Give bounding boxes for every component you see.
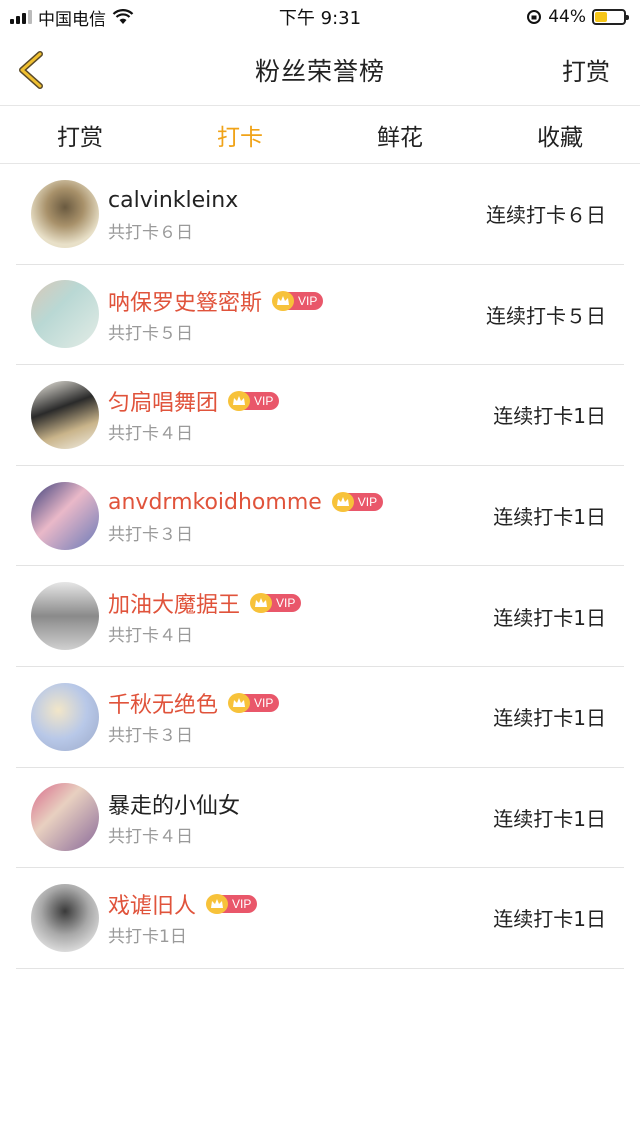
fan-list: calvinkleinx 共打卡６日 连续打卡６日 呐保罗史簦密斯 VIP 共打卡５日 连续… (16, 164, 624, 969)
fan-name: 加油大魔据王 (108, 592, 241, 618)
tab-bar: 打赏 打卡 鲜花 收藏 (0, 106, 640, 164)
total-checkins: 共打卡４日 (108, 625, 193, 646)
streak-checkins: 连续打卡６日 (486, 203, 606, 228)
fan-row[interactable]: anvdrmkoidhomme VIP 共打卡３日 连续打卡1日 (16, 466, 624, 567)
tab-flowers[interactable]: 鲜花 (320, 106, 480, 163)
avatar[interactable] (31, 883, 99, 952)
battery-icon (592, 9, 629, 25)
streak-checkins: 连续打卡1日 (493, 706, 606, 731)
avatar[interactable] (31, 179, 99, 248)
streak-checkins: 连续打卡1日 (493, 907, 606, 932)
fan-name: 戏谑旧人 (108, 894, 197, 920)
avatar[interactable] (31, 682, 99, 751)
fan-info: 呐保罗史簦密斯 VIP 共打卡５日 (108, 285, 324, 344)
tab-favorites[interactable]: 收藏 (480, 106, 640, 163)
total-checkins: 共打卡４日 (108, 826, 193, 847)
vip-badge: VIP (272, 290, 324, 311)
name-line: 千秋无绝色 VIP (108, 687, 280, 719)
fan-row[interactable]: 匀扃唱舞团 VIP 共打卡４日 连续打卡1日 (16, 365, 624, 466)
vip-badge: VIP (228, 391, 280, 412)
streak-checkins: 连续打卡５日 (486, 303, 606, 328)
avatar[interactable] (31, 582, 99, 651)
avatar[interactable] (31, 783, 99, 852)
total-checkins: 共打卡３日 (108, 726, 193, 747)
rotation-lock-icon (527, 10, 542, 24)
status-left: 中国电信 (10, 5, 134, 30)
vip-badge: VIP (206, 894, 258, 915)
fan-name: 匀扃唱舞团 (108, 391, 219, 417)
total-checkins: 共打卡６日 (108, 223, 193, 244)
fan-info: anvdrmkoidhomme VIP 共打卡３日 (108, 486, 384, 546)
streak-checkins: 连续打卡1日 (493, 404, 606, 429)
page-title: 粉丝荣誉榜 (254, 56, 385, 86)
fan-name: calvinkleinx (108, 187, 239, 213)
streak-checkins: 连续打卡1日 (493, 806, 606, 831)
crown-icon (272, 290, 295, 311)
total-checkins: 共打卡1日 (108, 927, 187, 948)
wifi-icon (112, 9, 134, 24)
status-bar: 中国电信 下午 9:31 44% (0, 0, 640, 34)
chevron-left-icon (19, 51, 43, 89)
fan-info: 千秋无绝色 VIP 共打卡３日 (108, 687, 280, 747)
fan-row[interactable]: 千秋无绝色 VIP 共打卡３日 连续打卡1日 (16, 667, 624, 768)
streak-checkins: 连续打卡1日 (493, 505, 606, 530)
name-line: calvinkleinx (108, 184, 238, 216)
name-line: 匀扃唱舞团 VIP (108, 385, 280, 417)
vip-badge: VIP (331, 492, 384, 513)
fan-info: 暴走的小仙女共打卡４日 (108, 788, 240, 847)
tab-checkin[interactable]: 打卡 (160, 106, 320, 163)
name-line: 呐保罗史簦密斯 VIP (108, 285, 324, 317)
fan-row[interactable]: 加油大魔据王 VIP 共打卡４日 连续打卡1日 (16, 566, 624, 667)
fan-row[interactable]: 暴走的小仙女共打卡４日 连续打卡1日 (16, 768, 624, 869)
battery-level (595, 12, 608, 22)
battery-percent: 44% (548, 7, 586, 27)
total-checkins: 共打卡３日 (108, 525, 193, 546)
fan-name: 呐保罗史簦密斯 (108, 290, 263, 316)
avatar[interactable] (31, 481, 99, 550)
fan-info: calvinkleinx 共打卡６日 (108, 184, 238, 244)
crown-icon (250, 592, 273, 613)
avatar[interactable] (31, 380, 99, 449)
signal-icon (10, 10, 32, 24)
tab-reward[interactable]: 打赏 (0, 106, 160, 163)
fan-name: 暴走的小仙女 (108, 793, 241, 819)
name-line: anvdrmkoidhomme VIP (108, 486, 384, 518)
total-checkins: 共打卡４日 (108, 424, 193, 445)
streak-checkins: 连续打卡1日 (493, 605, 606, 630)
total-checkins: 共打卡５日 (108, 323, 193, 344)
name-line: 加油大魔据王 VIP (108, 587, 302, 619)
fan-row[interactable]: 戏谑旧人 VIP 共打卡1日 连续打卡1日 (16, 868, 624, 969)
vip-badge: VIP (250, 592, 302, 613)
fan-row[interactable]: calvinkleinx 共打卡６日 连续打卡６日 (16, 164, 624, 265)
fan-info: 加油大魔据王 VIP 共打卡４日 (108, 587, 302, 646)
carrier-label: 中国电信 (38, 9, 106, 30)
back-button[interactable] (12, 48, 52, 92)
avatar[interactable] (31, 280, 99, 349)
fan-info: 匀扃唱舞团 VIP 共打卡４日 (108, 385, 280, 445)
status-right: 44% (526, 7, 629, 27)
fan-info: 戏谑旧人 VIP 共打卡1日 (108, 888, 258, 948)
reward-button[interactable]: 打赏 (562, 52, 610, 87)
nav-bar: 粉丝荣誉榜 打赏 (0, 34, 640, 106)
fan-row[interactable]: 呐保罗史簦密斯 VIP 共打卡５日 连续打卡５日 (16, 265, 624, 366)
fan-name: 千秋无绝色 (108, 693, 219, 719)
vip-badge: VIP (228, 693, 280, 714)
crown-icon (331, 492, 354, 513)
fan-name: anvdrmkoidhomme (108, 489, 322, 515)
name-line: 戏谑旧人 VIP (108, 888, 258, 920)
name-line: 暴走的小仙女 (108, 788, 240, 820)
